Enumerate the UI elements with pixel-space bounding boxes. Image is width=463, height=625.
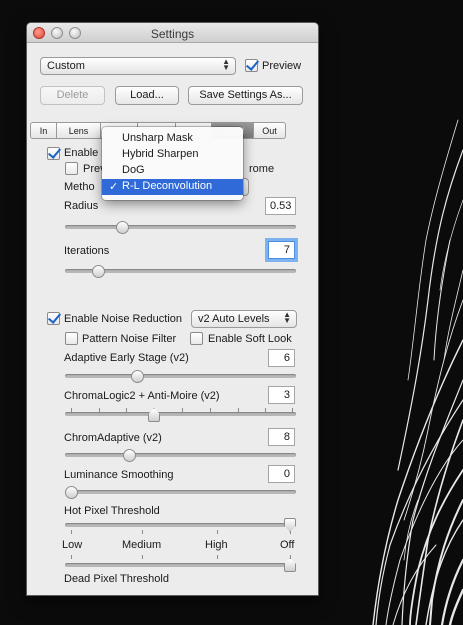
slider-tick [265, 408, 266, 412]
settings-window: Settings Custom ▲ ▼ Preview Delete Load..… [27, 23, 318, 595]
luminance-smoothing-label: Luminance Smoothing [64, 469, 174, 481]
load-button[interactable]: Load... [115, 86, 179, 105]
dead-pixel-threshold-label: Dead Pixel Threshold [64, 573, 169, 585]
updown-arrows-icon: ▲ ▼ [222, 57, 230, 72]
adaptive-early-stage-thumb[interactable] [131, 370, 144, 383]
luminance-smoothing-thumb[interactable] [65, 486, 78, 499]
chromadaptive-label: ChromAdaptive (v2) [64, 432, 162, 444]
iterations-label: Iterations [64, 245, 110, 257]
enable-noise-reduction-label: Enable Noise Reduction [64, 313, 183, 325]
updown-arrows-icon: ▲ ▼ [283, 310, 291, 325]
preview-checkbox[interactable] [245, 59, 258, 72]
preset-select[interactable]: Custom ▲ ▼ [40, 57, 236, 75]
tab-in[interactable]: In [30, 122, 57, 139]
iterations-value-field[interactable]: 7 [268, 241, 295, 259]
checkmark-icon: ✓ [109, 181, 119, 193]
adaptive-early-stage-label: Adaptive Early Stage (v2) [64, 352, 189, 364]
enable-soft-look-label: Enable Soft Look [208, 333, 292, 345]
pattern-noise-filter-label: Pattern Noise Filter [82, 333, 177, 345]
slider-tick [210, 408, 211, 412]
enable-sharpening-label: Enable [64, 147, 99, 159]
menu-item-rl-deconvolution[interactable]: ✓ R-L Deconvolution [102, 179, 243, 195]
tab-lens[interactable]: Lens [57, 122, 101, 139]
slider-tick [238, 408, 239, 412]
hot-pixel-threshold-label: Hot Pixel Threshold [64, 505, 160, 517]
preset-selected-value: Custom [47, 60, 85, 72]
method-label: Metho [64, 181, 95, 193]
enable-sharpening-checkbox[interactable] [47, 147, 60, 160]
slider-tick [71, 408, 72, 412]
chrome-option-label: rome [249, 163, 275, 175]
slider-tick [217, 530, 218, 534]
chromalogic-thumb[interactable] [148, 408, 160, 422]
save-settings-as-button[interactable]: Save Settings As... [188, 86, 303, 105]
enable-soft-look-checkbox[interactable] [190, 332, 203, 345]
slider-tick [142, 530, 143, 534]
radius-value-field[interactable]: 0.53 [265, 197, 296, 215]
menu-item-dog[interactable]: DoG [102, 163, 243, 179]
slider-tick [71, 555, 72, 559]
radius-slider-track[interactable] [65, 225, 296, 229]
menu-item-hybrid-sharpen[interactable]: Hybrid Sharpen [102, 147, 243, 163]
scale-label-high: High [205, 539, 228, 551]
slider-tick [142, 555, 143, 559]
slider-tick [217, 555, 218, 559]
window-title: Settings [150, 27, 195, 41]
enable-noise-reduction-checkbox[interactable] [47, 312, 60, 325]
luminance-smoothing-track[interactable] [65, 490, 296, 494]
background-photo [372, 119, 463, 625]
scale-label-medium: Medium [122, 539, 162, 551]
luminance-smoothing-field[interactable]: 0 [268, 465, 295, 483]
chromalogic-field[interactable]: 3 [268, 386, 295, 404]
preview-label: Preview [262, 60, 302, 72]
slider-tick [126, 408, 127, 412]
noise-mode-selected-value: v2 Auto Levels [198, 313, 270, 325]
slider-tick [182, 408, 183, 412]
delete-button[interactable]: Delete [40, 86, 105, 105]
adaptive-early-stage-track[interactable] [65, 374, 296, 378]
menu-item-unsharp-mask[interactable]: Unsharp Mask [102, 131, 243, 147]
title-bar[interactable]: Settings [27, 23, 318, 43]
slider-tick [71, 530, 72, 534]
radius-label: Radius [64, 200, 99, 212]
chromalogic-track[interactable] [65, 412, 296, 416]
hot-pixel-threshold-track[interactable] [65, 523, 296, 527]
iterations-slider-thumb[interactable] [92, 265, 105, 278]
hot-pixel-threshold-thumb[interactable] [284, 518, 296, 532]
chromalogic-label: ChromaLogic2 + Anti-Moire (v2) [64, 390, 220, 402]
scale-label-low: Low [62, 539, 83, 551]
adaptive-early-stage-field[interactable]: 6 [268, 349, 295, 367]
tab-out[interactable]: Out [254, 122, 286, 139]
method-dropdown-menu: Unsharp Mask Hybrid Sharpen DoG ✓ R-L De… [102, 127, 243, 200]
slider-tick [99, 408, 100, 412]
radius-slider-thumb[interactable] [116, 221, 129, 234]
dead-pixel-threshold-track[interactable] [65, 563, 296, 567]
slider-tick [292, 408, 293, 412]
chromadaptive-field[interactable]: 8 [268, 428, 295, 446]
pattern-noise-filter-checkbox[interactable] [65, 332, 78, 345]
dead-pixel-threshold-thumb[interactable] [284, 558, 296, 572]
scale-label-off: Off [280, 539, 295, 551]
chromadaptive-thumb[interactable] [123, 449, 136, 462]
chromadaptive-track[interactable] [65, 453, 296, 457]
sharpen-preview-checkbox[interactable] [65, 162, 78, 175]
noise-mode-select[interactable]: v2 Auto Levels ▲ ▼ [191, 310, 297, 328]
menu-item-label: R-L Deconvolution [122, 180, 213, 192]
